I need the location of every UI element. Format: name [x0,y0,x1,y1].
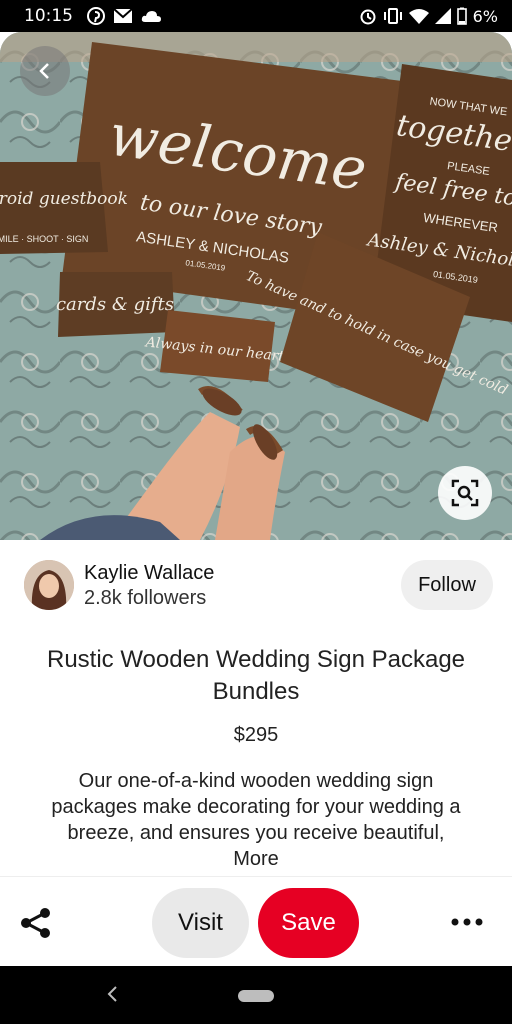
status-time: 10:15 [24,6,73,26]
save-button[interactable]: Save [258,888,359,958]
pin-price: $295 [233,724,279,746]
system-nav-bar [0,966,512,1024]
vibrate-icon [383,8,402,24]
cards-gifts-sign: cards & gifts [56,272,175,337]
pin-title: Rustic Wooden Wedding Sign Package Bundl… [46,646,466,705]
author-name[interactable]: Kaylie Wallace [84,562,214,585]
status-bar: 10:15 6% [0,0,512,32]
follow-button[interactable]: Follow [401,560,493,610]
share-icon[interactable] [18,905,54,941]
signal-icon [434,8,451,24]
avatar[interactable] [24,560,74,610]
wifi-icon [408,9,429,24]
chevron-left-icon [39,63,49,79]
alarm-icon [360,9,376,25]
visual-search-button[interactable] [438,466,492,520]
more-options-icon[interactable] [450,912,484,932]
pin-image[interactable]: welcome to our love story ASHLEY & NICHO… [0,32,512,540]
svg-text:cards & gifts: cards & gifts [56,294,174,315]
back-button[interactable] [20,46,70,96]
svg-text:polaroid guestbook: polaroid guestbook [0,189,128,209]
visit-button[interactable]: Visit [152,888,249,958]
nav-back-icon[interactable] [104,984,122,1004]
lens-search-icon [451,479,479,507]
pinterest-icon [87,7,105,25]
pin-description: Our one-of-a-kind wooden wedding sign pa… [51,770,461,844]
battery-percent: 6% [472,6,498,26]
nav-home-pill[interactable] [238,990,274,1002]
action-bar: Visit Save [0,876,512,967]
follower-count: 2.8k followers [84,587,207,609]
svg-text:SMILE · SHOOT · SIGN: SMILE · SHOOT · SIGN [0,234,88,244]
author-row: Kaylie Wallace 2.8k followers Follow [0,540,512,640]
gmail-icon [113,8,133,23]
battery-icon [456,7,467,25]
more-link[interactable]: More [0,848,512,871]
cloud-icon [141,11,161,22]
